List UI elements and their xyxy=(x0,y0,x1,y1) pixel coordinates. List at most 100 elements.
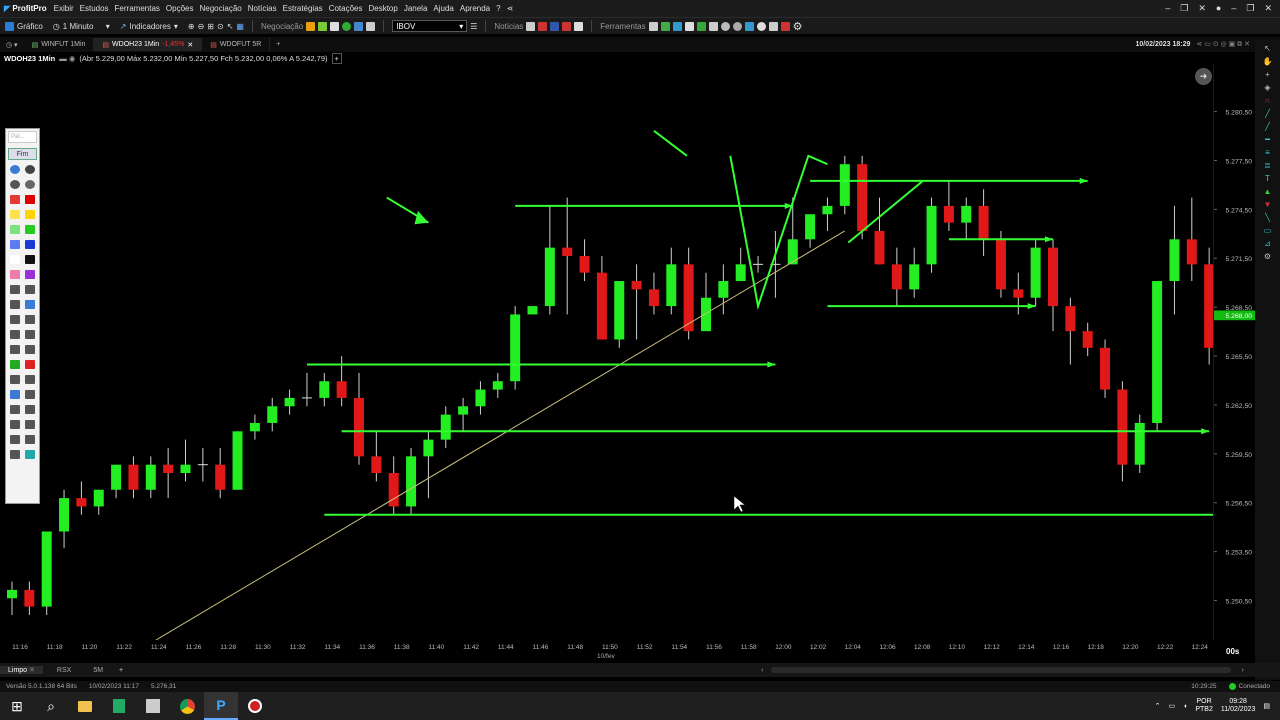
menu-ferramentas[interactable]: Ferramentas xyxy=(112,4,163,13)
info-icon[interactable] xyxy=(24,450,35,459)
share-icon[interactable]: ⋖ xyxy=(504,4,517,13)
lang-indicator[interactable]: POR PTB2 xyxy=(1195,698,1213,714)
line-thick-icon[interactable] xyxy=(24,300,35,309)
help-icon[interactable]: ? xyxy=(493,4,503,13)
doc-icon[interactable] xyxy=(574,21,584,31)
network-icon[interactable]: ▭ xyxy=(1168,702,1175,710)
book-icon[interactable] xyxy=(318,21,328,31)
cursor-tool-icon[interactable]: ↖ xyxy=(227,22,234,31)
save-icon[interactable] xyxy=(24,435,35,444)
arrow-down-tool-icon[interactable]: ▼ xyxy=(1264,200,1272,209)
line-curve-icon[interactable] xyxy=(10,285,21,294)
page-icon[interactable] xyxy=(10,420,21,429)
indicadores-button[interactable]: ↗ Indicadores ▾ xyxy=(115,19,183,34)
restore-icon[interactable]: ❐ xyxy=(1180,3,1188,14)
eraser-icon[interactable]: ◈ xyxy=(1264,83,1270,92)
orders-icon[interactable] xyxy=(306,21,316,31)
color-black-icon[interactable] xyxy=(24,255,35,264)
tool-stack-icon[interactable] xyxy=(708,21,718,31)
price-chart[interactable] xyxy=(0,64,1213,640)
clock-tab-icon[interactable]: ◷ ▾ xyxy=(0,41,24,49)
menu-icon[interactable]: ☰ xyxy=(470,22,477,31)
color-green-icon[interactable] xyxy=(24,225,35,234)
profit-taskbar-icon[interactable]: P xyxy=(204,692,238,720)
app-tool-icon[interactable] xyxy=(136,692,170,720)
trash-icon[interactable] xyxy=(24,405,35,414)
crosshair-icon[interactable]: + xyxy=(1265,70,1270,79)
settings-gear-icon[interactable]: ⚙ xyxy=(793,20,803,33)
check-icon[interactable] xyxy=(10,360,21,369)
cursor-icon[interactable]: ↖ xyxy=(1264,44,1271,53)
calendar-icon[interactable] xyxy=(562,21,572,31)
tool-globe-icon[interactable] xyxy=(756,21,766,31)
windows-start-icon[interactable]: ⊞ xyxy=(0,692,34,720)
layout-icon[interactable]: ▦ xyxy=(236,22,244,31)
fim-button[interactable]: Fim xyxy=(8,148,37,160)
minimize-icon[interactable]: – xyxy=(1165,3,1170,14)
symbol-combo[interactable]: IBOV ▾ xyxy=(392,20,468,32)
close-app-icon[interactable]: ✕ xyxy=(1264,3,1272,14)
tab-close-icon[interactable]: ✕ xyxy=(187,41,193,49)
user-icon[interactable]: ● xyxy=(1216,3,1221,14)
text-tool-icon[interactable]: T xyxy=(1265,174,1270,183)
trend-tool-icon[interactable]: ╲ xyxy=(1265,213,1270,222)
color-red-icon[interactable] xyxy=(24,195,35,204)
print-icon[interactable] xyxy=(10,435,21,444)
line-thin-icon[interactable] xyxy=(10,300,21,309)
info-toggle-icons[interactable]: ▬ ◉ xyxy=(59,54,75,63)
dot-medium-icon[interactable] xyxy=(24,165,35,174)
ellipse-outline-icon[interactable] xyxy=(10,330,21,339)
h-line-icon[interactable] xyxy=(24,390,35,399)
chrome-icon[interactable] xyxy=(170,692,204,720)
arrow-both-icon[interactable] xyxy=(10,345,21,354)
channel-tool-icon[interactable]: ≣ xyxy=(1264,161,1271,170)
magnet-icon[interactable]: ∩ xyxy=(1265,96,1271,105)
color-pink-icon[interactable] xyxy=(10,270,21,279)
menu-negociacao[interactable]: Negociação xyxy=(196,4,244,13)
scroll-right-icon[interactable]: › xyxy=(1241,667,1243,674)
tool-blue-icon[interactable] xyxy=(672,21,682,31)
select-icon[interactable] xyxy=(10,375,21,384)
tool-grid-icon[interactable] xyxy=(648,21,658,31)
file-explorer-icon[interactable] xyxy=(68,692,102,720)
rect-tool-icon[interactable]: ▭ xyxy=(1264,226,1272,235)
info-add-icon[interactable]: + xyxy=(331,53,342,64)
notification-icon[interactable]: ▤ xyxy=(1263,702,1270,710)
menu-noticias[interactable]: Notícias xyxy=(245,4,280,13)
pie-icon[interactable] xyxy=(342,21,352,31)
color-green-light-icon[interactable] xyxy=(10,225,21,234)
menu-estudos[interactable]: Estudos xyxy=(77,4,112,13)
tray-chevron-icon[interactable]: ⌃ xyxy=(1155,702,1161,710)
menu-aprenda[interactable]: Aprenda xyxy=(457,4,493,13)
zoom-select-icon[interactable]: ⊙ xyxy=(217,22,224,31)
color-blue-icon[interactable] xyxy=(24,240,35,249)
search-icon[interactable]: ⌕ xyxy=(34,692,68,720)
color-white-icon[interactable] xyxy=(10,255,21,264)
stats-icon[interactable] xyxy=(354,21,364,31)
undo-icon[interactable] xyxy=(10,405,21,414)
tool-arrows-icon[interactable] xyxy=(660,21,670,31)
add-layout-icon[interactable]: + xyxy=(111,667,131,674)
menu-janela[interactable]: Janela xyxy=(401,4,431,13)
maximize-app-icon[interactable]: ❐ xyxy=(1246,3,1254,14)
list-icon[interactable] xyxy=(330,21,340,31)
zoom-fit-icon[interactable]: ⊞ xyxy=(207,22,214,31)
h-arrow-icon[interactable] xyxy=(10,390,21,399)
symbol-select[interactable]: IBOV ▾ ☰ xyxy=(387,19,482,34)
arrow-up-tool-icon[interactable]: ▲ xyxy=(1264,187,1272,196)
tv-icon[interactable] xyxy=(550,21,560,31)
menu-estrategias[interactable]: Estratégias xyxy=(280,4,326,13)
zoom-out-icon[interactable]: ⊖ xyxy=(198,22,205,31)
menu-cotacoes[interactable]: Cotações xyxy=(326,4,366,13)
tool-cart-icon[interactable] xyxy=(744,21,754,31)
settings-icon[interactable]: ⚙ xyxy=(1264,252,1271,261)
ellipse-fill-icon[interactable] xyxy=(24,330,35,339)
scroll-left-icon[interactable]: ‹ xyxy=(761,667,763,674)
tool-stop-icon[interactable] xyxy=(780,21,790,31)
zoom-in-icon[interactable]: ⊕ xyxy=(188,22,195,31)
zoom-tools[interactable]: ⊕ ⊖ ⊞ ⊙ ↖ ▦ xyxy=(183,19,249,34)
image-icon[interactable] xyxy=(10,450,21,459)
tab-wdoh23[interactable]: ▤ WDOH23 1Min -1,45% ✕ xyxy=(94,38,203,51)
minimize-app-icon[interactable]: – xyxy=(1231,3,1236,14)
tab-winfut[interactable]: ▤ WINFUT 1Min xyxy=(24,38,95,51)
